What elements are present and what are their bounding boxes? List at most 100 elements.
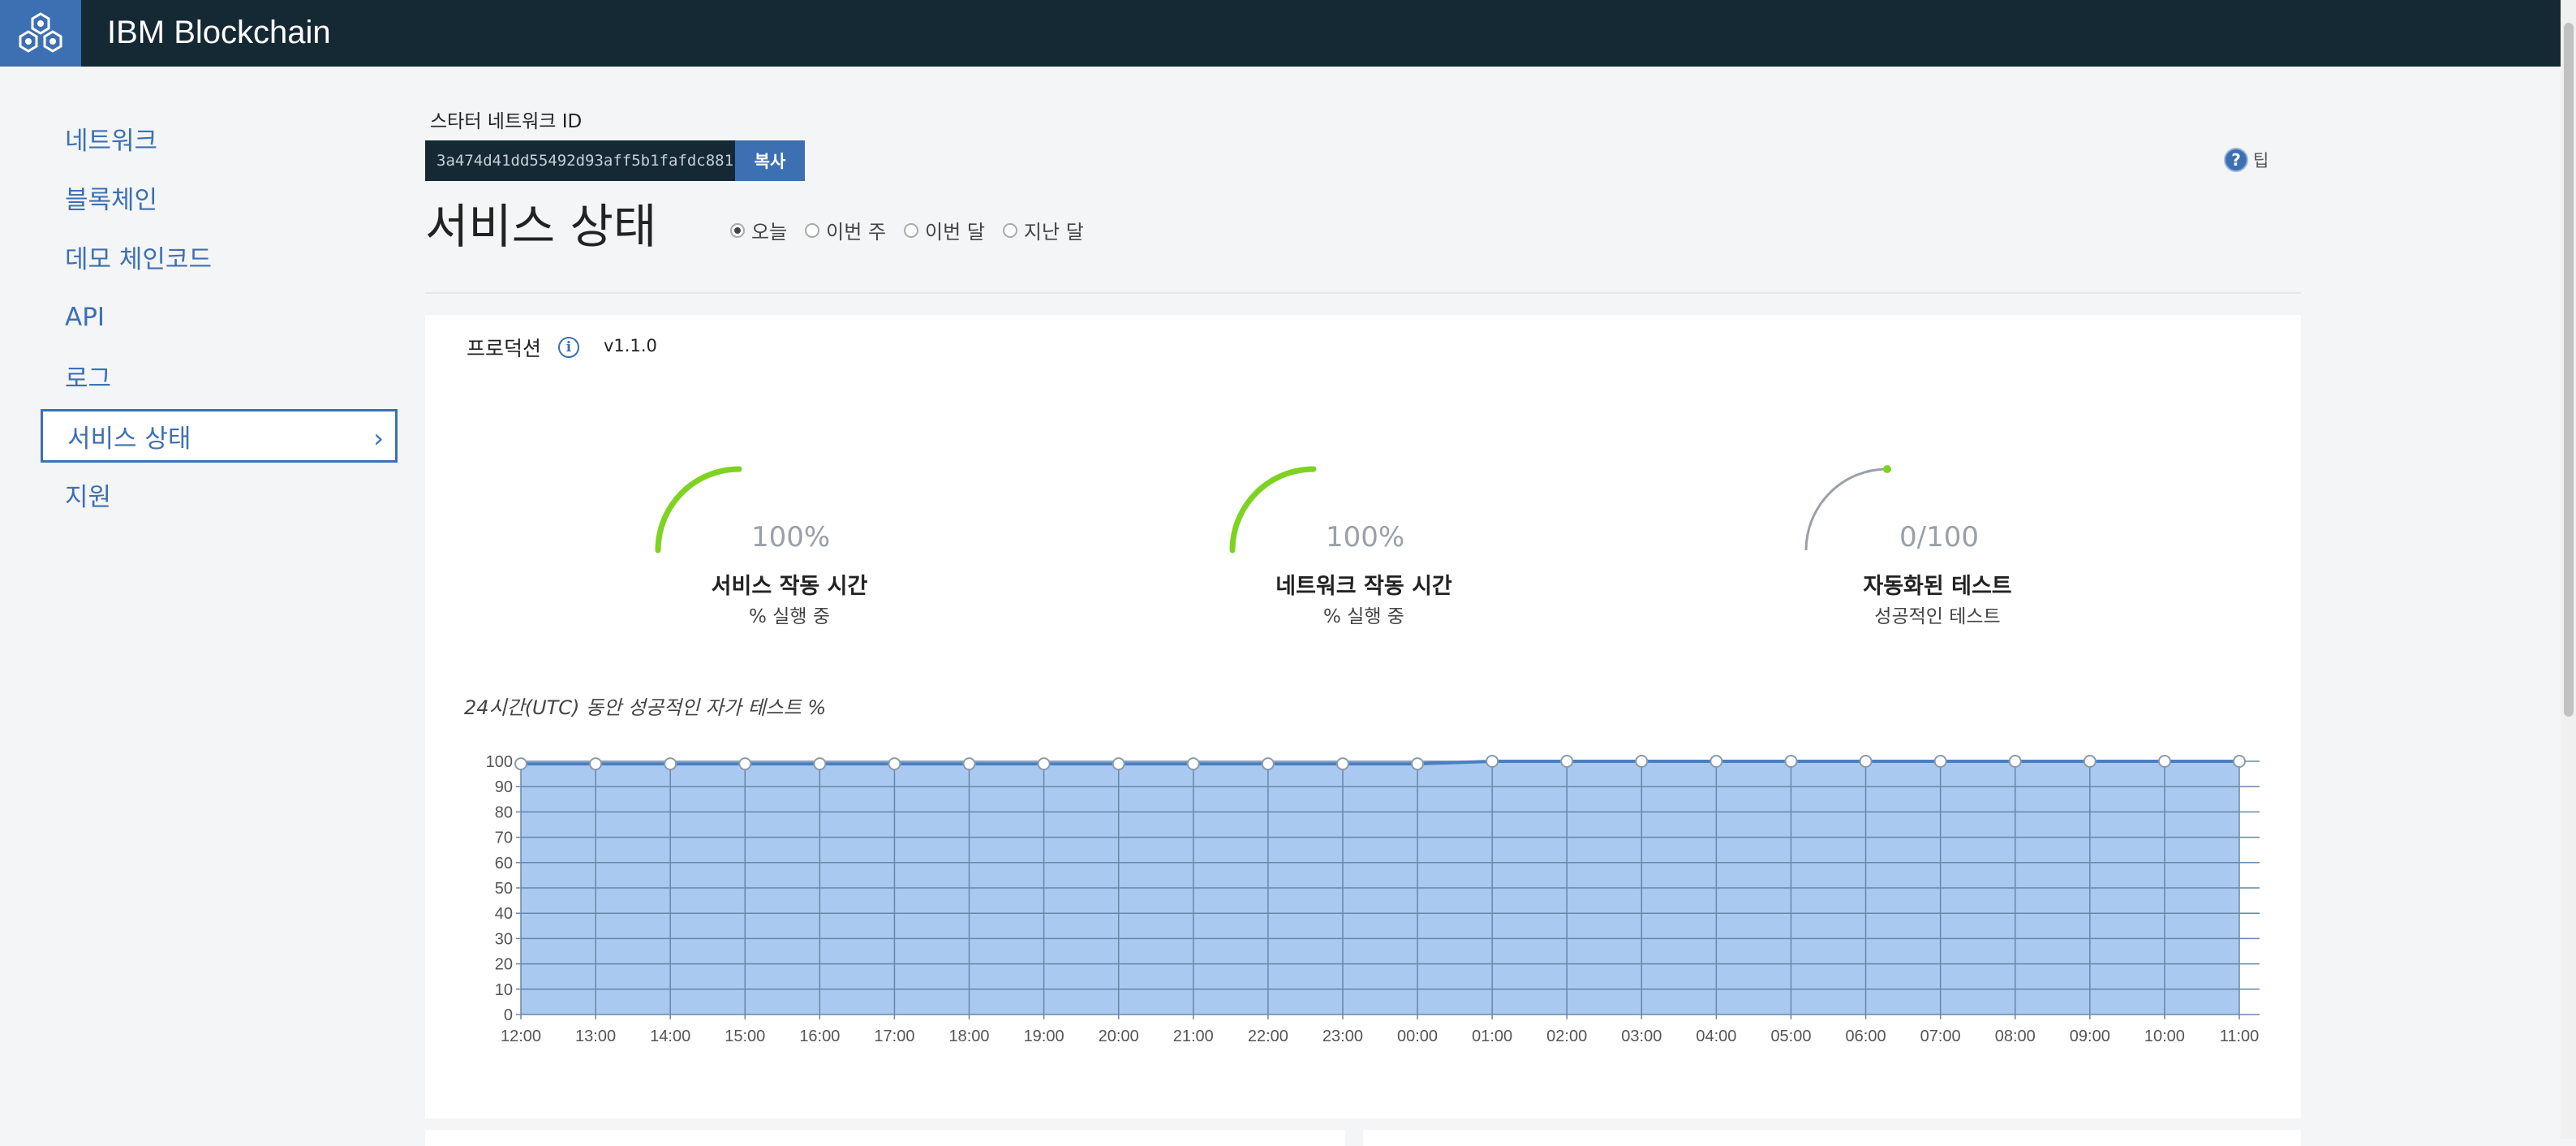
- chart-data-point: [2233, 755, 2246, 768]
- y-tick-label: 0: [504, 1006, 513, 1024]
- radio-this-month[interactable]: 이번 달: [904, 216, 985, 244]
- radio-label: 이번 주: [826, 221, 887, 243]
- radio-this-week[interactable]: 이번 주: [805, 216, 886, 244]
- chart-title: 24시간(UTC) 동안 성공적인 자가 테스트 %: [464, 696, 827, 719]
- y-tick-label: 10: [495, 981, 513, 999]
- y-tick-label: 30: [495, 930, 513, 948]
- x-tick-label: 06:00: [1846, 1028, 1886, 1045]
- radio-label: 오늘: [751, 221, 788, 243]
- radio-label: 지난 달: [1023, 221, 1084, 243]
- chart-data-point: [514, 757, 527, 771]
- chart-data-point: [1933, 755, 1947, 768]
- lower-panel-left: [425, 1130, 1345, 1146]
- chart-data-point: [1112, 757, 1125, 771]
- x-tick-label: 12:00: [501, 1028, 541, 1045]
- x-tick-label: 08:00: [1995, 1028, 2036, 1045]
- chart-data-point: [1411, 757, 1425, 771]
- sidebar-item-support[interactable]: 지원: [41, 467, 398, 521]
- gauge-title: 네트워크 작동 시간: [1275, 574, 1452, 599]
- chart-data-point: [2157, 755, 2171, 768]
- gauge-title: 서비스 작동 시간: [711, 574, 868, 599]
- sidebar-item-network[interactable]: 네트워크: [41, 111, 398, 165]
- x-tick-label: 23:00: [1322, 1028, 1363, 1045]
- sidebar-item-label: 블록체인: [65, 185, 158, 215]
- sidebar-item-label: API: [65, 303, 105, 332]
- help-icon: ?: [2224, 148, 2248, 172]
- sidebar-item-label: 로그: [65, 364, 112, 394]
- chevron-right-icon: ›: [373, 423, 384, 454]
- chart-data-point: [738, 757, 752, 771]
- x-tick-label: 16:00: [799, 1028, 840, 1045]
- page-title: 서비스 상태: [425, 199, 657, 254]
- chart-data-point: [2083, 755, 2096, 768]
- gauge-value: 0/100: [1899, 521, 1979, 554]
- x-tick-label: 19:00: [1024, 1028, 1064, 1045]
- x-tick-label: 03:00: [1621, 1028, 1662, 1045]
- sidebar-item-label: 네트워크: [65, 126, 158, 156]
- gauge-subtitle: 성공적인 테스트: [1874, 606, 2001, 627]
- chart-data-point: [1784, 755, 1798, 768]
- sidebar-item-api[interactable]: API: [41, 291, 398, 344]
- sidebar-item-blockchain[interactable]: 블록체인: [41, 170, 398, 224]
- y-tick-label: 80: [495, 803, 513, 821]
- network-id-field[interactable]: 3a474d41dd55492d93aff5b1fafdc881: [425, 140, 735, 181]
- y-tick-label: 50: [495, 880, 513, 898]
- y-tick-label: 20: [495, 956, 513, 974]
- tip-link[interactable]: ? 팁: [2224, 148, 2269, 172]
- lower-panel-right: [1363, 1130, 2301, 1146]
- x-tick-label: 21:00: [1173, 1028, 1214, 1045]
- sidebar-item-demo-chaincode[interactable]: 데모 체인코드: [41, 230, 398, 283]
- x-tick-label: 00:00: [1397, 1028, 1438, 1045]
- radio-button[interactable]: [904, 222, 919, 238]
- x-tick-label: 01:00: [1472, 1028, 1512, 1045]
- x-tick-label: 05:00: [1770, 1028, 1811, 1045]
- sidebar-item-logs[interactable]: 로그: [41, 349, 398, 403]
- y-tick-label: 90: [495, 778, 513, 796]
- scrollbar-thumb[interactable]: [2564, 23, 2574, 717]
- x-tick-label: 04:00: [1696, 1028, 1736, 1045]
- top-bar: IBM Blockchain: [0, 0, 2576, 67]
- sidebar-item-service-status[interactable]: 서비스 상태 ›: [41, 409, 398, 463]
- radio-last-month[interactable]: 지난 달: [1002, 216, 1084, 244]
- chart-data-point: [589, 757, 603, 771]
- chart-data-point: [888, 757, 901, 771]
- chart-data-point: [1261, 757, 1275, 771]
- sidebar-item-label: 지원: [65, 482, 112, 512]
- x-tick-label: 17:00: [874, 1028, 914, 1045]
- chart-data-point: [1859, 755, 1873, 768]
- chart-data-point: [1709, 755, 1723, 768]
- x-tick-label: 13:00: [575, 1028, 616, 1045]
- chart-data-point: [1486, 755, 1499, 768]
- radio-button[interactable]: [730, 222, 745, 238]
- x-tick-label: 18:00: [948, 1028, 989, 1045]
- radio-label: 이번 달: [925, 221, 985, 243]
- gauge-subtitle: % 실행 중: [749, 606, 830, 627]
- radio-button[interactable]: [1002, 222, 1017, 238]
- gauge-marker: [1883, 465, 1891, 473]
- app-title: IBM Blockchain: [107, 15, 331, 50]
- chart-data-point: [962, 757, 976, 771]
- x-tick-label: 07:00: [1920, 1028, 1961, 1045]
- chart-data-point: [1335, 757, 1349, 771]
- y-tick-label: 70: [495, 829, 513, 847]
- chart-data-point: [1186, 757, 1200, 771]
- copy-button[interactable]: 복사: [735, 140, 805, 181]
- environment-label: 프로덕션: [467, 337, 542, 360]
- x-tick-label: 20:00: [1099, 1028, 1139, 1045]
- info-icon[interactable]: i: [558, 337, 579, 358]
- x-tick-label: 02:00: [1546, 1028, 1587, 1045]
- divider: [425, 292, 2301, 294]
- chart-data-point: [1635, 755, 1649, 768]
- sidebar-item-label: 데모 체인코드: [65, 244, 212, 274]
- chart-data-point: [664, 757, 677, 771]
- x-tick-label: 22:00: [1248, 1028, 1288, 1045]
- blockchain-cubes-icon[interactable]: [0, 0, 81, 67]
- radio-today[interactable]: 오늘: [730, 216, 787, 244]
- y-tick-label: 40: [495, 905, 513, 923]
- x-tick-label: 09:00: [2070, 1028, 2110, 1045]
- gauge-value: 100%: [1326, 521, 1405, 554]
- radio-button[interactable]: [805, 222, 820, 238]
- y-tick-label: 100: [486, 753, 513, 771]
- x-tick-label: 15:00: [725, 1028, 765, 1045]
- network-id-label: 스타터 네트워크 ID: [430, 111, 583, 132]
